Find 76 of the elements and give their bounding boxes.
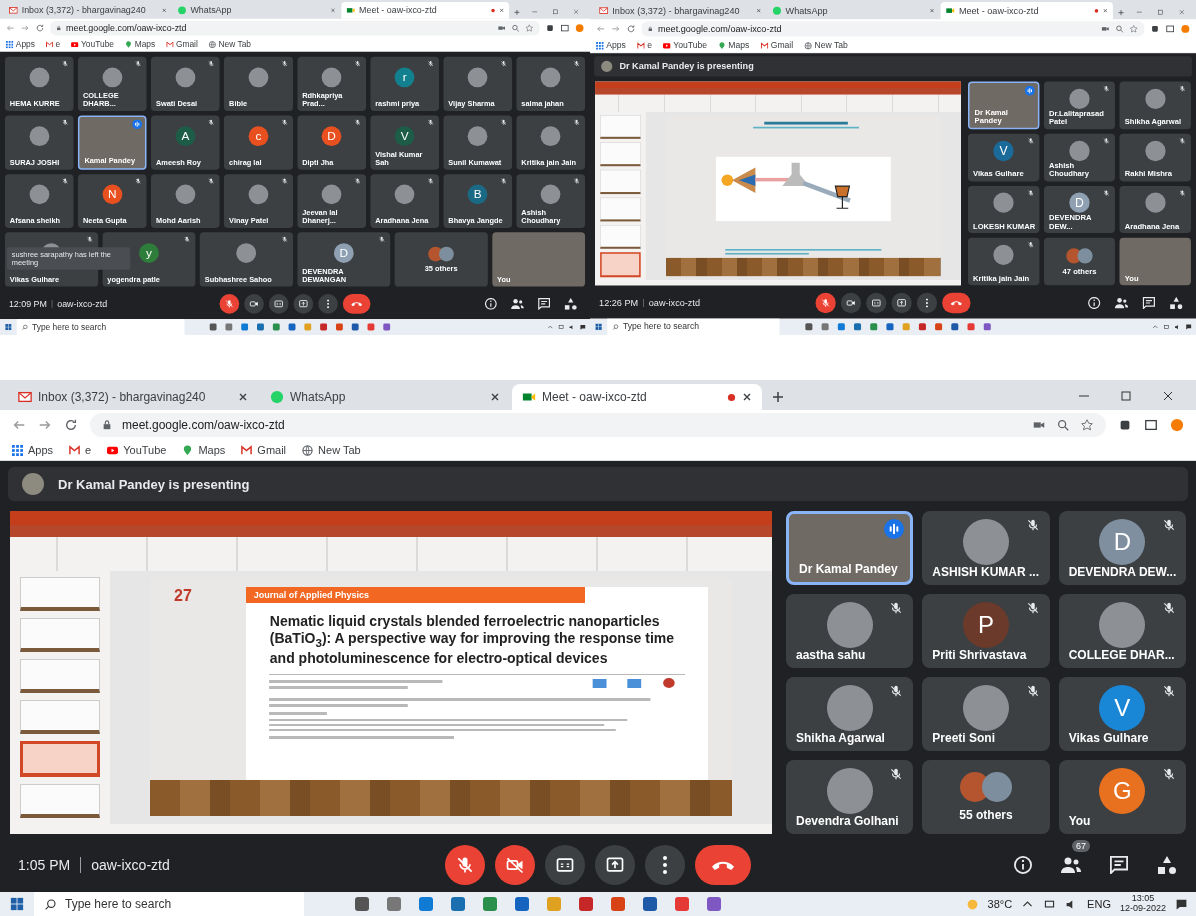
avatar-initial: B bbox=[467, 184, 488, 205]
meeting-time: 12:09 PM bbox=[8, 298, 47, 310]
browser-tab[interactable]: WhatsApp bbox=[767, 2, 940, 20]
address-bar[interactable]: meet.google.com/oaw-ixco-ztd bbox=[90, 413, 1106, 437]
browser-tab[interactable]: Inbox (3,372) - bhargavinag240 bbox=[594, 2, 767, 20]
participant-name: Dr Kamal Pandey bbox=[799, 562, 898, 576]
meeting-code: oaw-ixco-ztd bbox=[57, 298, 108, 310]
bookmark-link[interactable]: Apps bbox=[596, 40, 626, 51]
search-field[interactable]: Type here to search bbox=[607, 318, 780, 335]
avatar-initial: P bbox=[963, 602, 1009, 648]
bookmark-link[interactable]: Maps bbox=[718, 40, 750, 51]
participant-name: Preeti Soni bbox=[932, 731, 995, 745]
avatar-initial: D bbox=[321, 126, 342, 146]
clock-time: 13:05 bbox=[1131, 894, 1155, 904]
avatar-initial: r bbox=[394, 67, 415, 88]
browser-tab[interactable]: Inbox (3,372) - bhargavinag240 bbox=[3, 1, 172, 19]
slide-number: 27 bbox=[174, 587, 192, 606]
clock-date: 12-09-2022 bbox=[1119, 904, 1166, 914]
meeting-time: 1:05 PM bbox=[18, 857, 71, 873]
avatar-initial: D bbox=[1069, 192, 1090, 213]
journal-header: Journal of Applied Physics bbox=[245, 587, 586, 603]
avatar-initial: y bbox=[139, 243, 159, 263]
participant-name: You bbox=[1068, 814, 1091, 828]
bookmark-link[interactable]: YouTube bbox=[663, 40, 708, 51]
presenter-label: Dr Kamal Pandey is presenting bbox=[619, 61, 754, 72]
bookmark-link[interactable]: Gmail bbox=[241, 444, 287, 456]
participant-name: Priti Shrivastava bbox=[932, 648, 1027, 662]
bookmark-link[interactable]: New Tab bbox=[208, 39, 251, 50]
weather-temperature: 38°C bbox=[987, 898, 1013, 910]
bookmark-link[interactable]: e bbox=[637, 40, 652, 51]
avatar-initial: D bbox=[1099, 519, 1146, 565]
participant-name: 55 others bbox=[959, 808, 1013, 822]
bookmark-link[interactable]: Maps bbox=[182, 444, 226, 456]
browser-tab[interactable]: WhatsApp bbox=[260, 384, 510, 410]
search-field[interactable]: Type here to search bbox=[16, 319, 185, 335]
bookmark-link[interactable]: New Tab bbox=[302, 444, 361, 456]
browser-tab[interactable]: Meet - oaw-ixco-ztd bbox=[341, 1, 510, 19]
avatar-initial: V bbox=[993, 140, 1014, 161]
avatar-initial: G bbox=[1099, 768, 1146, 814]
browser-tab[interactable]: Meet - oaw-ixco-ztd bbox=[512, 384, 762, 410]
participant-name: Vikas Gulhare bbox=[1068, 731, 1149, 745]
avatar-initial: A bbox=[175, 126, 196, 146]
bookmark-link[interactable]: YouTube bbox=[107, 444, 167, 456]
bookmark-link[interactable]: e bbox=[45, 39, 61, 50]
participant-name: DEVENDRA DEW... bbox=[1068, 565, 1177, 579]
bookmark-link[interactable]: New Tab bbox=[804, 40, 848, 51]
address-bar[interactable]: meet.google.com/oaw-ixco-ztd bbox=[641, 21, 1145, 37]
article-title: Nematic liquid crystals blended ferroelectric nanoparticles (BaTiO$_{3}$): A perspective way for improving the response time and photoluminescence for electro-optical devices bbox=[268, 612, 676, 668]
search-field[interactable]: Type here to search bbox=[34, 892, 304, 916]
address-bar[interactable]: meet.google.com/oaw-ixco-ztd bbox=[50, 20, 540, 36]
meeting-code: oaw-ixco-ztd bbox=[91, 857, 170, 873]
input-language[interactable]: ENG bbox=[1087, 898, 1111, 910]
participant-name: ASHISH KUMAR ... bbox=[932, 565, 1039, 579]
avatar-initial: V bbox=[394, 126, 415, 146]
avatar-initial: D bbox=[333, 243, 354, 263]
participant-name: Devendra Golhani bbox=[796, 814, 899, 828]
participant-name: aastha sahu bbox=[796, 648, 866, 662]
bookmark-link[interactable]: Apps bbox=[5, 39, 35, 50]
bookmark-link[interactable]: Gmail bbox=[760, 40, 794, 51]
bookmark-link[interactable]: Apps bbox=[12, 444, 54, 456]
browser-tab[interactable]: Inbox (3,372) - bhargavinag240 bbox=[8, 384, 258, 410]
browser-tab[interactable]: WhatsApp bbox=[172, 1, 341, 19]
participant-count-badge: 67 bbox=[1072, 840, 1090, 852]
bookmark-link[interactable]: e bbox=[69, 444, 92, 456]
presenter-label: Dr Kamal Pandey is presenting bbox=[58, 476, 250, 492]
participant-name: Shikha Agarwal bbox=[796, 731, 885, 745]
bookmark-link[interactable]: Gmail bbox=[166, 39, 198, 50]
bookmark-link[interactable]: YouTube bbox=[71, 39, 114, 50]
avatar-initial: V bbox=[1099, 685, 1146, 731]
avatar-initial: c bbox=[248, 126, 269, 146]
browser-tab[interactable]: Meet - oaw-ixco-ztd bbox=[940, 2, 1113, 20]
meeting-time: 12:26 PM bbox=[599, 297, 639, 309]
participant-name: COLLEGE DHAR... bbox=[1068, 648, 1175, 662]
meeting-code: oaw-ixco-ztd bbox=[648, 297, 700, 309]
bookmark-link[interactable]: Maps bbox=[124, 39, 156, 50]
avatar-initial: N bbox=[102, 184, 123, 205]
